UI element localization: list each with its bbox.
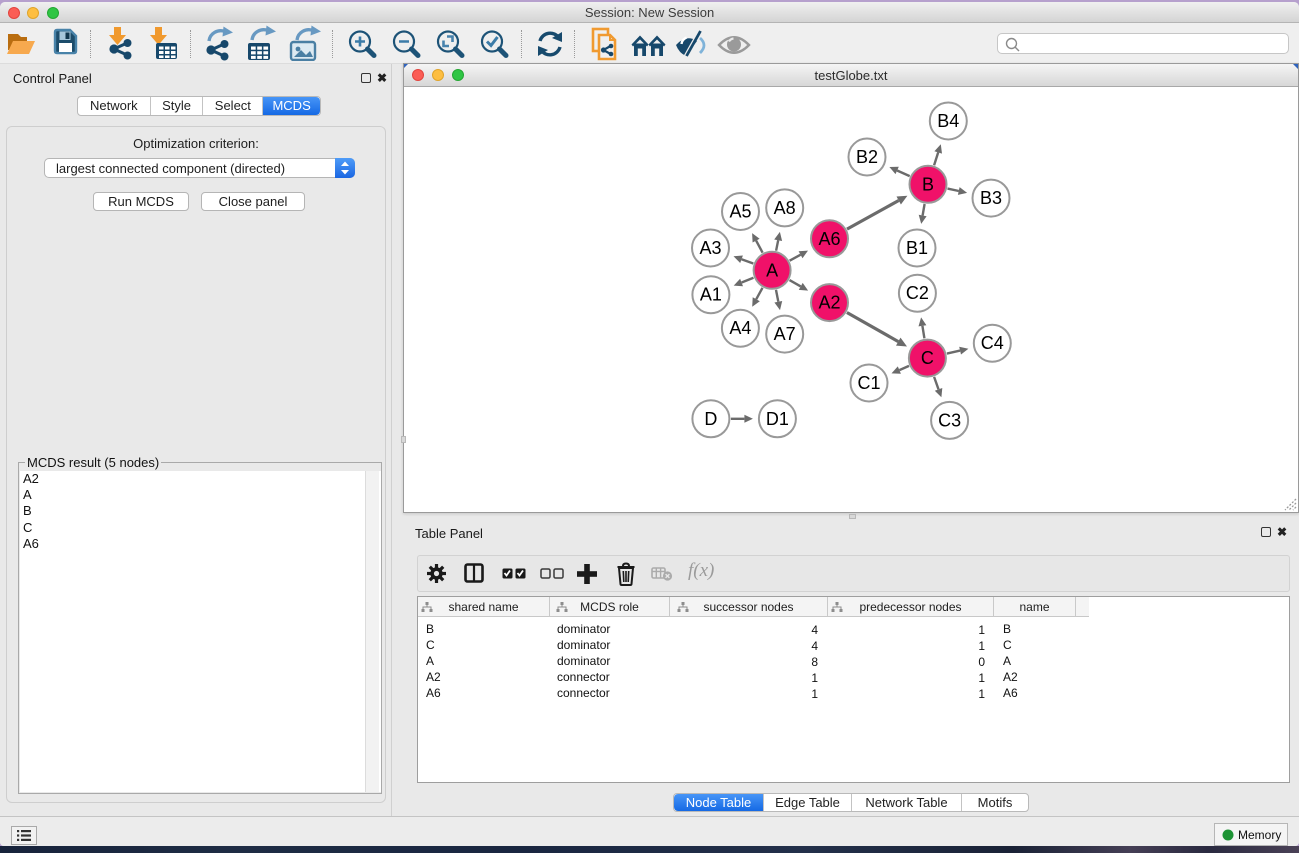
svg-text:C1: C1	[857, 373, 880, 393]
svg-text:C4: C4	[981, 333, 1004, 353]
svg-text:A6: A6	[818, 229, 840, 249]
svg-text:B3: B3	[980, 188, 1002, 208]
svg-text:A5: A5	[729, 202, 751, 222]
svg-text:C: C	[921, 348, 934, 368]
svg-text:A3: A3	[699, 238, 721, 258]
svg-text:B: B	[922, 174, 934, 194]
svg-text:C3: C3	[938, 410, 961, 430]
svg-text:D: D	[704, 409, 717, 429]
svg-text:B2: B2	[856, 147, 878, 167]
svg-text:B4: B4	[937, 111, 959, 131]
svg-text:D1: D1	[766, 409, 789, 429]
svg-text:A2: A2	[818, 293, 840, 313]
svg-text:A4: A4	[729, 318, 751, 338]
svg-text:A1: A1	[700, 285, 722, 305]
svg-text:B1: B1	[906, 238, 928, 258]
svg-text:A: A	[766, 260, 778, 280]
svg-text:A8: A8	[774, 198, 796, 218]
svg-text:A7: A7	[774, 324, 796, 344]
svg-text:C2: C2	[906, 283, 929, 303]
